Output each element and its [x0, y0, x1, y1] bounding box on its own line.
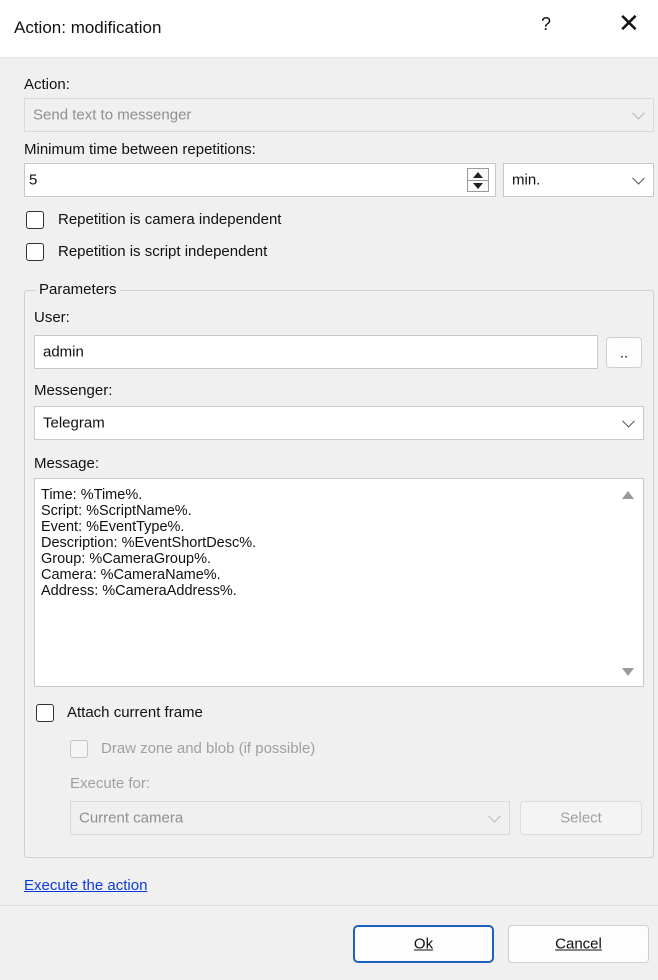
- messenger-value: Telegram: [43, 414, 105, 432]
- chevron-down-icon: [488, 809, 501, 823]
- attach-frame-checkbox[interactable]: [36, 704, 54, 722]
- message-line: Camera: %CameraName%.: [41, 567, 221, 583]
- message-line: Script: %ScriptName%.: [41, 503, 192, 519]
- chevron-down-icon: [622, 414, 635, 428]
- min-time-value: 5: [29, 171, 38, 189]
- ok-button[interactable]: Ok: [353, 925, 494, 963]
- message-line: Group: %CameraGroup%.: [41, 551, 212, 567]
- camera-independent-checkbox[interactable]: [26, 211, 44, 229]
- message-text: Time: %Time%. Script: %ScriptName%. Even…: [41, 487, 256, 599]
- user-label: User:: [34, 309, 70, 326]
- scroll-down-icon[interactable]: [622, 668, 634, 676]
- script-independent-checkbox[interactable]: [26, 243, 44, 261]
- window-title: Action: modification: [14, 18, 162, 37]
- min-time-spinner[interactable]: [467, 168, 489, 192]
- spinner-divider: [468, 180, 488, 181]
- draw-zone-checkbox: [70, 740, 88, 758]
- spin-down-icon[interactable]: [473, 183, 483, 189]
- messenger-select[interactable]: Telegram: [34, 406, 644, 440]
- message-line: Event: %EventType%.: [41, 519, 185, 535]
- select-camera-button: Select: [520, 801, 642, 835]
- messenger-label: Messenger:: [34, 382, 113, 399]
- execute-for-select: Current camera: [70, 801, 510, 835]
- user-browse-button[interactable]: ..: [606, 337, 642, 368]
- help-button[interactable]: ?: [541, 14, 551, 35]
- unit-value: min.: [512, 171, 541, 189]
- draw-zone-label: Draw zone and blob (if possible): [101, 740, 316, 757]
- spin-up-icon[interactable]: [473, 172, 483, 178]
- scroll-up-icon[interactable]: [622, 491, 634, 499]
- chevron-down-icon: [632, 171, 645, 185]
- min-time-label: Minimum time between repetitions:: [24, 141, 256, 158]
- message-line: Description: %EventShortDesc%.: [41, 535, 257, 551]
- execute-action-link[interactable]: Execute the action: [24, 877, 147, 894]
- close-icon: ✕: [618, 8, 640, 38]
- execute-for-value: Current camera: [79, 809, 184, 827]
- execute-for-label: Execute for:: [70, 775, 151, 792]
- action-value: Send text to messenger: [33, 106, 192, 124]
- action-select: Send text to messenger: [24, 98, 654, 132]
- script-independent-label[interactable]: Repetition is script independent: [58, 243, 267, 260]
- min-time-input[interactable]: 5: [24, 163, 496, 197]
- user-input[interactable]: admin: [34, 335, 598, 369]
- unit-select[interactable]: min.: [503, 163, 654, 197]
- chevron-down-icon: [632, 106, 645, 120]
- parameters-legend: Parameters: [36, 281, 120, 298]
- message-label: Message:: [34, 455, 100, 472]
- message-line: Address: %CameraAddress%.: [41, 583, 237, 599]
- message-textarea[interactable]: Time: %Time%. Script: %ScriptName%. Even…: [34, 478, 644, 687]
- camera-independent-label[interactable]: Repetition is camera independent: [58, 211, 281, 228]
- action-label: Action:: [24, 76, 70, 93]
- message-line: Time: %Time%.: [41, 487, 143, 503]
- attach-frame-label[interactable]: Attach current frame: [67, 704, 203, 721]
- cancel-button[interactable]: Cancel: [508, 925, 649, 963]
- close-button[interactable]: ✕: [618, 10, 640, 36]
- user-value: admin: [43, 343, 84, 361]
